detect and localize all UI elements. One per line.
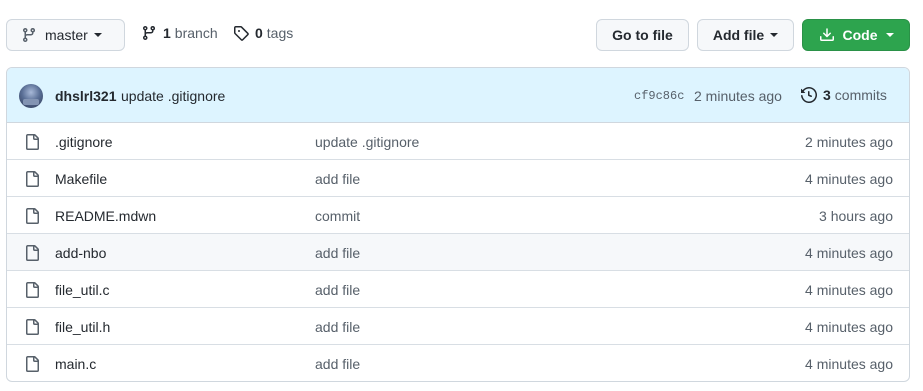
file-name-link[interactable]: README.mdwn	[55, 208, 156, 224]
file-commit-time: 4 minutes ago	[805, 282, 893, 298]
file-row[interactable]: add-nbo add file 4 minutes ago	[7, 234, 909, 271]
file-commit-time: 4 minutes ago	[805, 245, 893, 261]
commit-time: 2 minutes ago	[694, 88, 782, 104]
go-to-file-label: Go to file	[612, 27, 673, 43]
commits-count: 3	[823, 87, 831, 103]
file-icon	[24, 171, 40, 187]
file-icon	[24, 356, 40, 372]
file-icon	[24, 319, 40, 335]
commit-message-link[interactable]: update .gitignore	[121, 88, 225, 104]
chevron-down-icon	[93, 33, 102, 37]
file-row[interactable]: file_util.c add file 4 minutes ago	[7, 271, 909, 308]
file-commit-time: 4 minutes ago	[805, 356, 893, 372]
file-commit-link[interactable]: add file	[315, 171, 360, 187]
file-row[interactable]: README.mdwn commit 3 hours ago	[7, 197, 909, 234]
avatar[interactable]	[19, 84, 43, 108]
file-name-link[interactable]: file_util.c	[55, 282, 109, 298]
branches-link[interactable]: 1 branch	[141, 25, 218, 41]
file-commit-link[interactable]: add file	[315, 245, 360, 261]
tags-count: 0	[255, 25, 263, 41]
code-button[interactable]: Code	[802, 19, 910, 51]
tags-label: tags	[266, 25, 294, 41]
file-name-link[interactable]: file_util.h	[55, 319, 110, 335]
file-commit-link[interactable]: commit	[315, 208, 360, 224]
chevron-down-icon	[770, 33, 779, 37]
tag-icon	[233, 25, 249, 41]
file-commit-link[interactable]: add file	[315, 319, 360, 335]
file-row[interactable]: main.c add file 4 minutes ago	[7, 345, 909, 381]
git-branch-icon	[141, 25, 157, 41]
add-file-button[interactable]: Add file	[697, 19, 794, 51]
latest-commit-bar: dhslrl321 update .gitignore cf9c86c 2 mi…	[7, 68, 909, 123]
file-name-link[interactable]: .gitignore	[55, 134, 113, 150]
commit-author-link[interactable]: dhslrl321	[55, 88, 116, 104]
branches-count: 1	[163, 25, 171, 41]
tags-link[interactable]: 0 tags	[233, 25, 293, 41]
branch-name: master	[45, 27, 88, 43]
file-commit-link[interactable]: add file	[315, 356, 360, 372]
code-label: Code	[842, 27, 878, 43]
history-icon	[801, 87, 817, 103]
commit-sha-link[interactable]: cf9c86c	[634, 89, 684, 103]
file-row[interactable]: file_util.h add file 4 minutes ago	[7, 308, 909, 345]
chevron-down-icon	[885, 33, 894, 37]
go-to-file-button[interactable]: Go to file	[596, 19, 689, 51]
file-icon	[24, 208, 40, 224]
download-icon	[819, 27, 835, 43]
file-commit-link[interactable]: update .gitignore	[315, 134, 419, 150]
git-branch-icon	[21, 27, 37, 43]
file-commit-time: 4 minutes ago	[805, 171, 893, 187]
commits-label: commits	[834, 87, 887, 103]
file-name-link[interactable]: main.c	[55, 356, 96, 372]
file-icon	[24, 245, 40, 261]
file-name-link[interactable]: add-nbo	[55, 245, 106, 261]
file-list-box: dhslrl321 update .gitignore cf9c86c 2 mi…	[6, 67, 910, 382]
commits-history-link[interactable]: 3 commits	[801, 87, 887, 103]
branches-label: branch	[174, 25, 218, 41]
file-row[interactable]: .gitignore update .gitignore 2 minutes a…	[7, 123, 909, 160]
file-commit-time: 3 hours ago	[819, 208, 893, 224]
branch-select-button[interactable]: master	[6, 19, 125, 51]
file-name-link[interactable]: Makefile	[55, 171, 107, 187]
file-icon	[24, 134, 40, 150]
file-commit-time: 4 minutes ago	[805, 319, 893, 335]
add-file-label: Add file	[712, 27, 765, 43]
file-row[interactable]: Makefile add file 4 minutes ago	[7, 160, 909, 197]
file-commit-link[interactable]: add file	[315, 282, 360, 298]
file-commit-time: 2 minutes ago	[805, 134, 893, 150]
file-icon	[24, 282, 40, 298]
